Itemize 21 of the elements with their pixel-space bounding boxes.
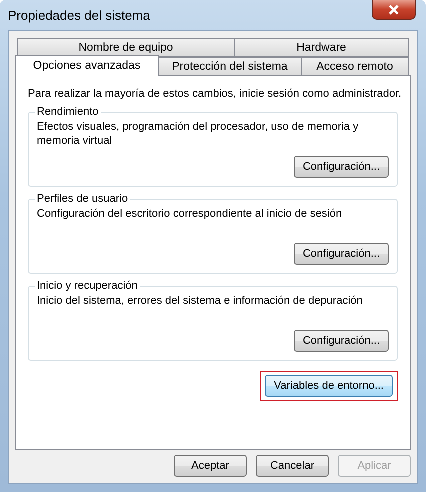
tab[interactable]: Acceso remoto [301,57,409,76]
close-icon [388,4,400,14]
tab[interactable]: Nombre de equipo [17,38,235,57]
settings-button[interactable]: Configuración... [294,243,389,265]
tab[interactable]: Protección del sistema [158,57,302,76]
close-button[interactable] [372,0,416,20]
settings-button[interactable]: Configuración... [294,330,389,352]
settings-button[interactable]: Configuración... [294,156,389,178]
window-title: Propiedades del sistema [8,8,150,23]
group-description: Configuración del escritorio correspondiente al inicio de sesión [37,207,344,222]
group-title: Inicio y recuperación [36,280,139,292]
notice-text: Para realizar la mayoría de estos cambios, inicie sesión como administrador. [28,88,398,100]
group-description: Inicio del sistema, errores del sistema e información de depuración [37,294,364,309]
environment-variables-button[interactable]: Variables de entorno... [265,375,393,397]
tab[interactable]: Hardware [234,38,409,57]
group-description: Efectos visuales, programación del procesador, uso de memoria y memoria virtual [37,120,360,148]
dialog-button[interactable]: Cancelar [256,455,329,477]
group-title: Perfiles de usuario [36,193,130,205]
tab[interactable]: Opciones avanzadas [15,55,159,76]
group-title: Rendimiento [36,106,100,118]
dialog-button[interactable]: Aceptar [174,455,247,477]
